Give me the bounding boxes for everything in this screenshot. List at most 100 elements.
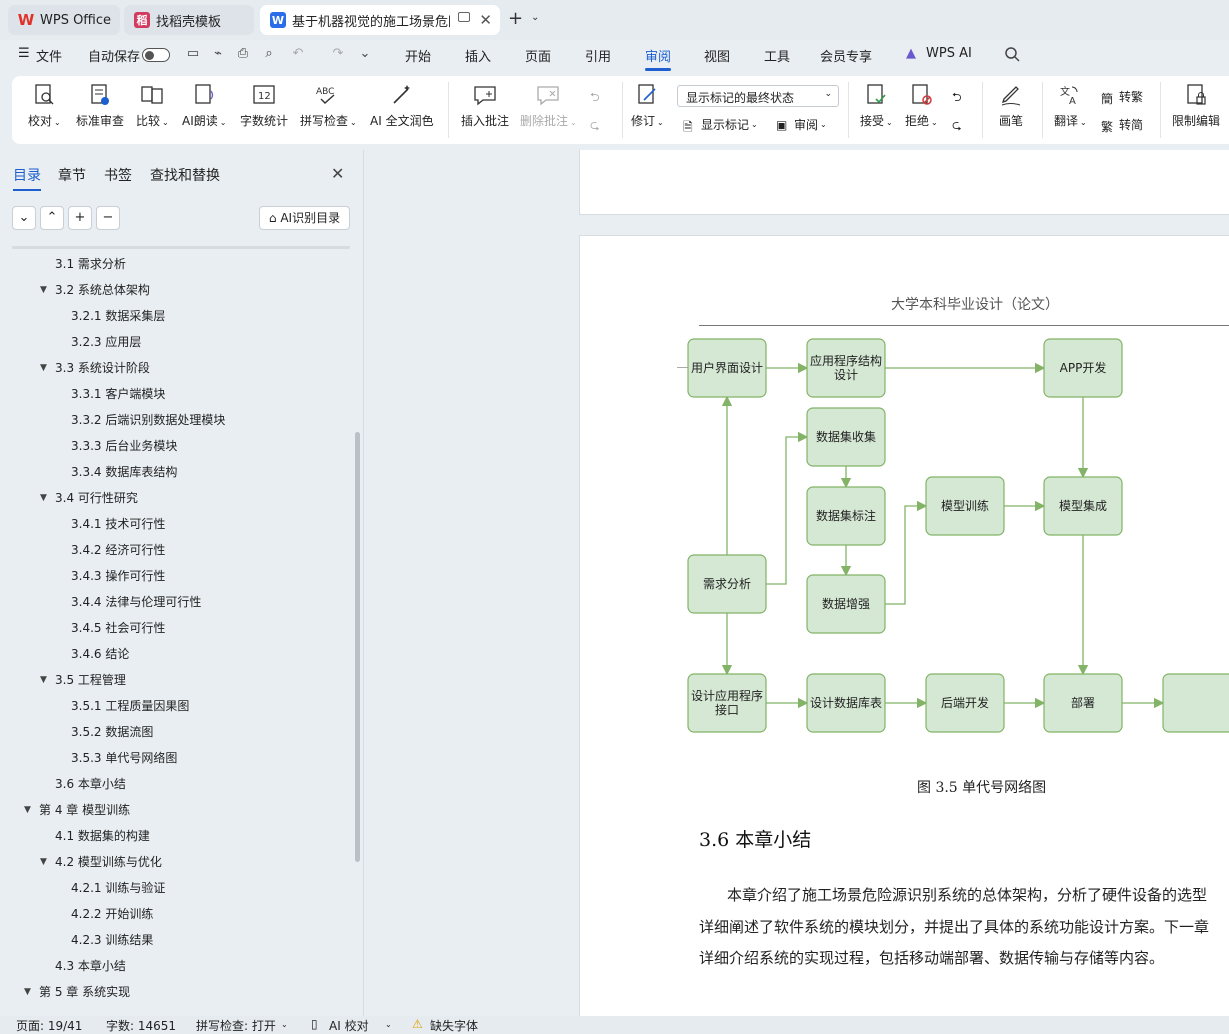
chevron-down-icon[interactable]: ⌄ [358, 46, 372, 62]
insert-comment-button[interactable]: 插入批注 [461, 82, 509, 129]
menu-start[interactable]: 开始 [405, 46, 431, 65]
toc-item[interactable]: ▼ 3.5 工程管理 [40, 670, 126, 690]
word-count-button[interactable]: 12 字数统计 [240, 82, 288, 129]
expand-triangle-icon[interactable]: ▼ [40, 488, 47, 508]
add-heading-button[interactable]: + [68, 206, 92, 230]
toc-item[interactable]: 4.1 数据集的构建 [55, 826, 150, 846]
show-markup-button[interactable]: 🗎 显示标记 ⌄ [683, 116, 758, 134]
to-simplified-button[interactable]: 繁 转简 [1101, 116, 1143, 134]
missing-font-status[interactable]: 缺失字体 [430, 1017, 478, 1034]
toc-item[interactable]: 3.3.3 后台业务模块 [71, 436, 177, 456]
toc-item[interactable]: 3.3.1 客户端模块 [71, 384, 165, 404]
chevron-down-icon[interactable]: ⌄ [385, 1020, 392, 1029]
toc-item[interactable]: 3.5.2 数据流图 [71, 722, 153, 742]
menu-file[interactable]: 文件 [36, 46, 62, 65]
ai-proof-status[interactable]: AI 校对 [329, 1017, 369, 1034]
redo-icon[interactable]: ↷ [331, 46, 345, 62]
revise-button[interactable]: 修订 ⌄ [631, 82, 664, 129]
review-pane-button[interactable]: ▣ 审阅 ⌄ [776, 116, 827, 133]
proofread-button[interactable]: 校对 ⌄ [28, 82, 61, 129]
accept-button[interactable]: 接受 ⌄ [860, 82, 893, 129]
toc-item[interactable]: 4.2.1 训练与验证 [71, 878, 165, 898]
markup-state-select[interactable]: 显示标记的最终状态 ⌄ [677, 85, 839, 107]
toc-item[interactable]: 3.1 需求分析 [55, 254, 126, 274]
menu-wps-ai[interactable]: WPS AI [926, 46, 972, 61]
toc-item[interactable]: 3.4.2 经济可行性 [71, 540, 165, 560]
expand-triangle-icon[interactable]: ▼ [40, 280, 47, 300]
hamburger-icon[interactable]: ☰ [18, 46, 30, 61]
print-icon[interactable]: ⎙ [236, 46, 250, 62]
tab-document[interactable]: W 基于机器视觉的施工场景危险 ✕ [260, 5, 500, 35]
new-tab-plus-icon[interactable]: + [508, 8, 523, 29]
monitor-icon[interactable] [458, 12, 470, 22]
toc-item[interactable]: 3.4.3 操作可行性 [71, 566, 165, 586]
translate-button[interactable]: 文A 翻译 ⌄ [1054, 82, 1087, 129]
expand-triangle-icon[interactable]: ▼ [40, 358, 47, 378]
nav-tab-find-replace[interactable]: 查找和替换 [150, 165, 220, 185]
toc-item[interactable]: ▼ 3.4 可行性研究 [40, 488, 138, 508]
search-icon[interactable] [1004, 46, 1020, 66]
close-icon[interactable]: ✕ [479, 11, 492, 29]
nav-scrollbar[interactable] [355, 432, 360, 862]
toc-item[interactable]: 3.2.1 数据采集层 [71, 306, 165, 326]
ai-polish-button[interactable]: AI 全文润色 [370, 82, 434, 129]
autosave-toggle[interactable] [142, 48, 170, 62]
pen-button[interactable]: 画笔 [998, 82, 1024, 129]
menu-insert[interactable]: 插入 [465, 46, 491, 65]
toc-item[interactable]: 3.5.3 单代号网络图 [71, 748, 177, 768]
save-icon[interactable]: ▭ [186, 46, 200, 62]
toc-item[interactable]: ▼ 3.2 系统总体架构 [40, 280, 150, 300]
expand-triangle-icon[interactable]: ▼ [24, 982, 31, 1002]
nav-tab-toc[interactable]: 目录 [13, 165, 41, 191]
compare-button[interactable]: 比较 ⌄ [136, 82, 169, 129]
ai-toc-button[interactable]: ⌂ AI识别目录 [259, 206, 350, 230]
toc-item[interactable]: 3.6 本章小结 [55, 774, 126, 794]
collapse-up-button[interactable]: ⌃ [40, 206, 64, 230]
toc-item[interactable]: ▼ 4.2 模型训练与优化 [40, 852, 162, 872]
nav-tab-bookmark[interactable]: 书签 [104, 165, 132, 185]
page-indicator[interactable]: 页面: 19/41 [16, 1017, 82, 1034]
toc-item[interactable]: 3.4.5 社会可行性 [71, 618, 165, 638]
menu-review[interactable]: 审阅 [645, 46, 672, 71]
spell-check-button[interactable]: ABC 拼写检查 ⌄ [300, 82, 357, 129]
toc-item[interactable]: 3.3.4 数据库表结构 [71, 462, 177, 482]
print-preview-icon[interactable]: ⌕ [262, 46, 276, 62]
toc-item[interactable]: 3.5.1 工程质量因果图 [71, 696, 189, 716]
toc-item[interactable]: 3.3.2 后端识别数据处理模块 [71, 410, 225, 430]
ai-read-button[interactable]: AI朗读 ⌄ [182, 82, 226, 129]
toc-item[interactable]: 4.3 本章小结 [55, 956, 126, 976]
to-traditional-button[interactable]: 簡 转繁 [1101, 88, 1143, 106]
chevron-down-icon[interactable]: ⌄ [531, 12, 539, 23]
expand-triangle-icon[interactable]: ▼ [40, 852, 47, 872]
restrict-edit-button[interactable]: 限制编辑 [1172, 82, 1220, 129]
menu-tools[interactable]: 工具 [764, 46, 790, 65]
share-icon[interactable]: ⌁ [211, 46, 225, 62]
tab-wps-office[interactable]: W WPS Office [8, 5, 120, 35]
chevron-down-icon[interactable]: ⌄ [281, 1020, 288, 1029]
remove-heading-button[interactable]: − [96, 206, 120, 230]
reject-button[interactable]: 拒绝 ⌄ [905, 82, 938, 129]
previous-comment-icon[interactable]: ⮌ [590, 88, 600, 109]
undo-icon[interactable]: ↶ [291, 46, 305, 62]
tab-template[interactable]: 稻 找稻壳模板 [124, 5, 254, 35]
toc-item[interactable]: 4.2.2 开始训练 [71, 904, 153, 924]
toc-item[interactable]: 3.4.6 结论 [71, 644, 129, 664]
next-comment-icon[interactable]: ⮎ [590, 116, 600, 137]
toc-item[interactable]: ▼ 3.3 系统设计阶段 [40, 358, 150, 378]
delete-comment-button[interactable]: 删除批注 ⌄ [520, 82, 577, 129]
toc-item[interactable]: 3.4.4 法律与伦理可行性 [71, 592, 201, 612]
word-count-status[interactable]: 字数: 14651 [106, 1017, 176, 1034]
menu-page[interactable]: 页面 [525, 46, 551, 65]
toc-item[interactable]: ▼ 第 5 章 系统实现 [24, 982, 130, 1002]
previous-change-icon[interactable]: ⮌ [952, 88, 962, 109]
nav-tab-chapter[interactable]: 章节 [58, 165, 86, 185]
expand-triangle-icon[interactable]: ▼ [40, 670, 47, 690]
menu-member[interactable]: 会员专享 [820, 46, 872, 65]
expand-down-button[interactable]: ⌄ [12, 206, 36, 230]
next-change-icon[interactable]: ⮎ [952, 116, 962, 137]
menu-view[interactable]: 视图 [704, 46, 730, 65]
spell-check-status[interactable]: 拼写检查: 打开 [196, 1017, 276, 1034]
standard-review-button[interactable]: 标准审查 [76, 82, 124, 129]
close-icon[interactable]: ✕ [331, 164, 344, 183]
toc-item[interactable]: 4.2.3 训练结果 [71, 930, 153, 950]
